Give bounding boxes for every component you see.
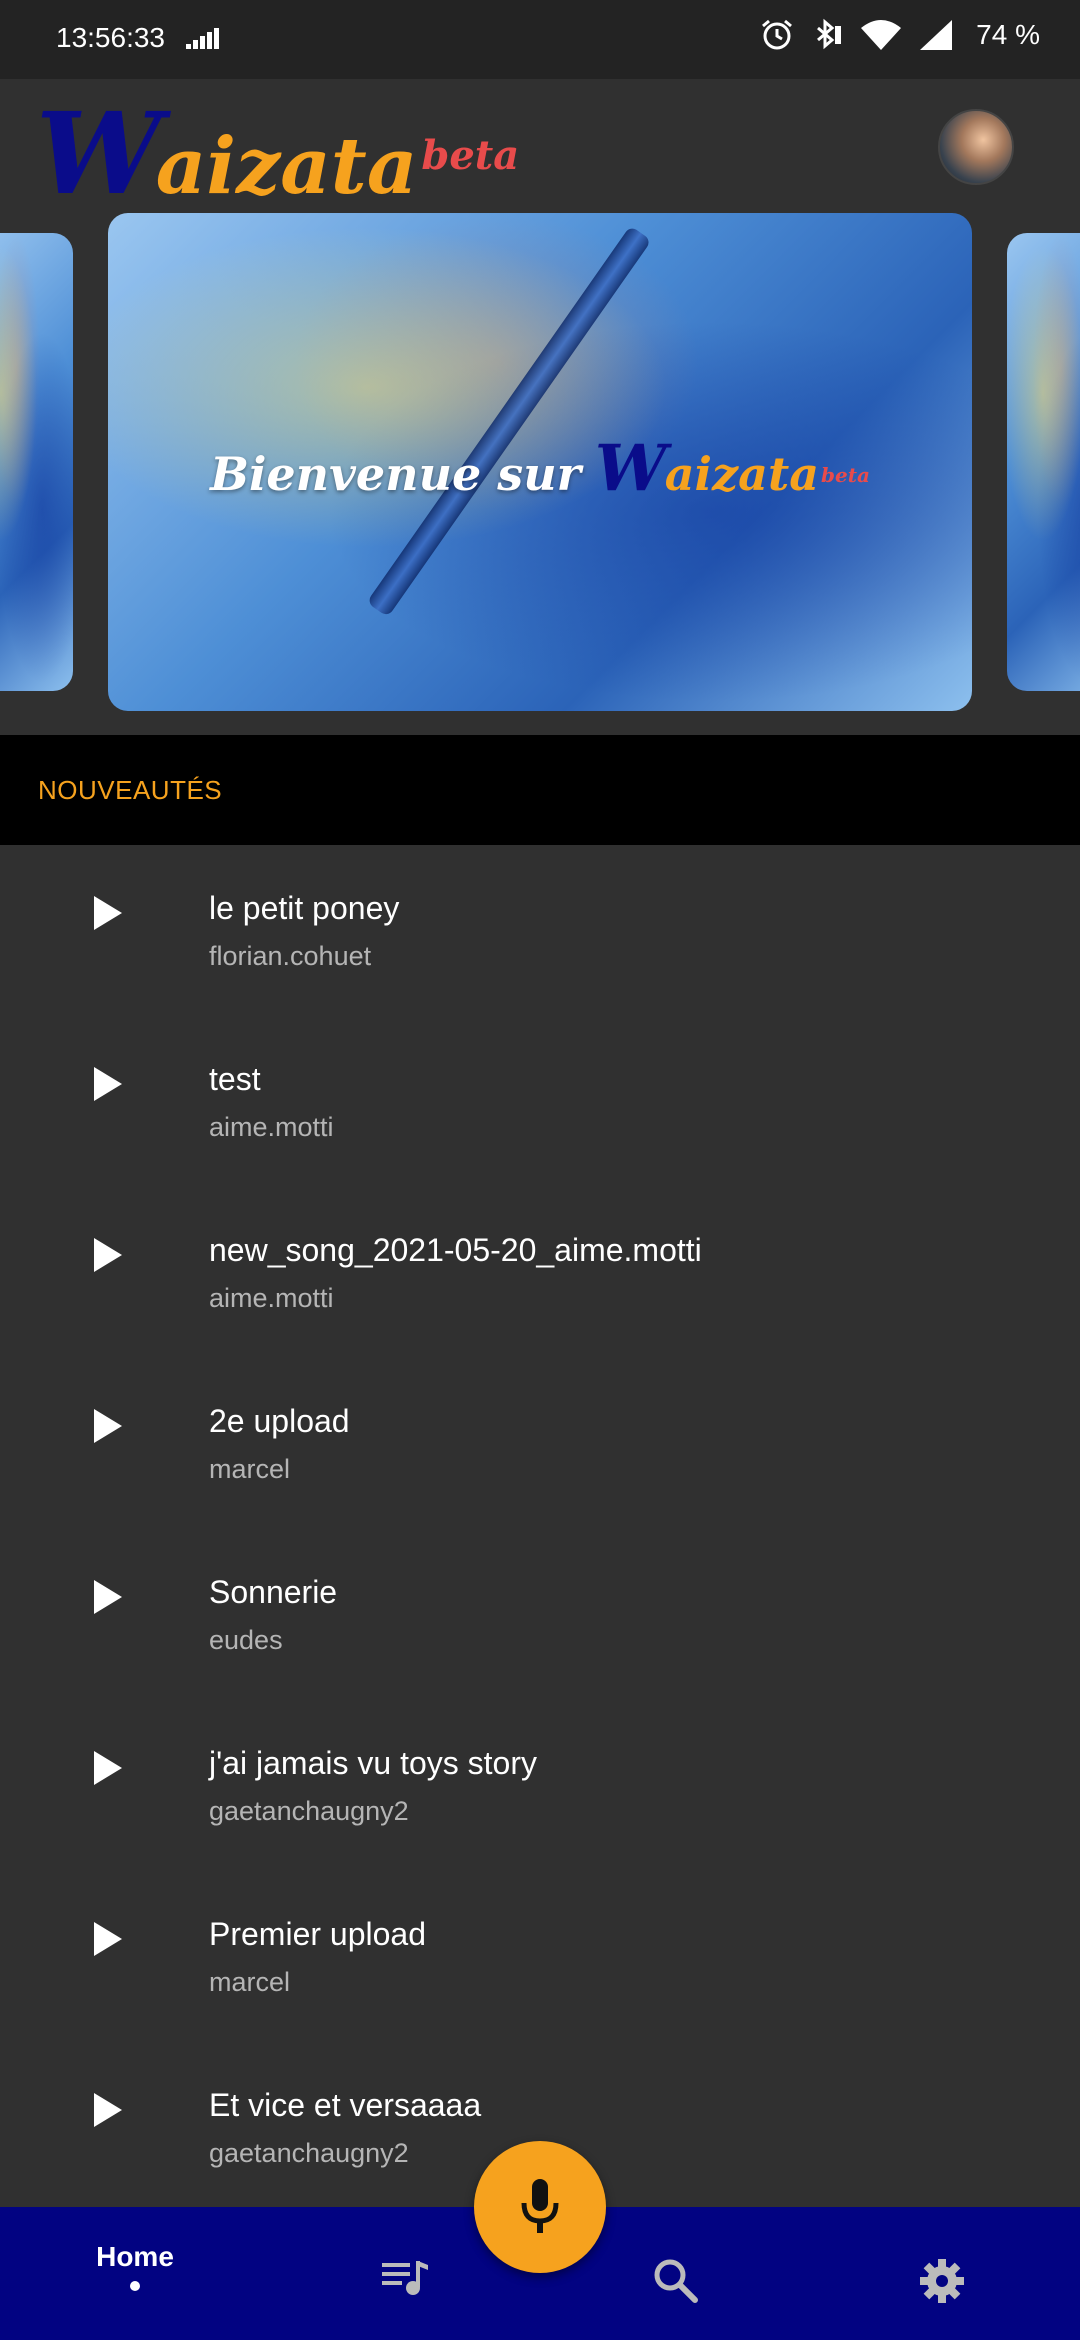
list-item[interactable]: Premier upload marcel	[0, 1871, 1080, 2042]
wifi-icon	[861, 20, 902, 50]
carousel-slide-previous[interactable]	[0, 233, 73, 691]
app-logo[interactable]: W aizata beta	[36, 89, 520, 220]
song-artist: eudes	[209, 1625, 283, 1655]
song-list[interactable]: le petit poney florian.cohuet test aime.…	[0, 845, 1080, 2207]
nav-home[interactable]: Home	[80, 2241, 190, 2291]
status-time: 13:56:33	[56, 22, 165, 53]
play-icon[interactable]	[94, 1751, 122, 1785]
logo-beta: beta	[421, 132, 520, 179]
welcome-banner: Bienvenue sur W aizata beta	[108, 431, 972, 506]
alarm-icon	[762, 19, 793, 50]
search-icon[interactable]	[652, 2257, 698, 2303]
song-artist: gaetanchaugny2	[209, 1796, 409, 1826]
welcome-logo-w: W	[594, 431, 667, 506]
logo-text: aizata	[155, 121, 418, 212]
avatar[interactable]	[938, 109, 1014, 185]
song-artist: aime.motti	[209, 1112, 334, 1142]
banner-carousel[interactable]: Bienvenue sur W aizata beta	[0, 209, 1080, 729]
play-icon[interactable]	[94, 1922, 122, 1956]
song-artist: aime.motti	[209, 1283, 334, 1313]
app-header: W aizata beta	[0, 79, 1080, 220]
list-item[interactable]: new_song_2021-05-20_aime.motti aime.mott…	[0, 1187, 1080, 1358]
song-title: Sonnerie	[209, 1574, 338, 1610]
record-button[interactable]	[474, 2141, 606, 2273]
guitar-illustration	[366, 225, 652, 618]
bluetooth-icon	[817, 18, 842, 50]
welcome-text: Bienvenue sur	[210, 447, 581, 501]
welcome-logo-text: aizata	[664, 447, 820, 501]
nav-home-label: Home	[96, 2241, 174, 2272]
list-item[interactable]: 2e upload marcel	[0, 1358, 1080, 1529]
play-icon[interactable]	[94, 2093, 122, 2127]
settings-icon[interactable]	[918, 2257, 966, 2305]
song-artist: gaetanchaugny2	[209, 2138, 409, 2168]
play-icon[interactable]	[94, 1580, 122, 1614]
play-icon[interactable]	[94, 896, 122, 930]
nav-active-indicator	[130, 2281, 140, 2291]
play-icon[interactable]	[94, 1238, 122, 1272]
song-title: Et vice et versaaaa	[209, 2087, 482, 2123]
play-icon[interactable]	[94, 1067, 122, 1101]
list-item[interactable]: test aime.motti	[0, 1016, 1080, 1187]
song-title: Premier upload	[209, 1916, 426, 1952]
data-speed-icon	[186, 28, 219, 49]
song-artist: marcel	[209, 1967, 291, 1997]
song-title: j'ai jamais vu toys story	[209, 1745, 537, 1781]
play-icon[interactable]	[94, 1409, 122, 1443]
logo-w: W	[36, 89, 162, 220]
playlist-icon[interactable]	[380, 2257, 430, 2299]
list-item[interactable]: le petit poney florian.cohuet	[0, 845, 1080, 1016]
song-title: test	[209, 1061, 261, 1097]
section-header: NOUVEAUTÉS	[0, 735, 1080, 845]
microphone-icon	[521, 2179, 559, 2233]
status-bar: 13:56:33 74 %	[0, 0, 1080, 79]
song-artist: marcel	[209, 1454, 291, 1484]
song-title: le petit poney	[209, 890, 400, 926]
signal-icon	[920, 20, 953, 50]
song-artist: florian.cohuet	[209, 941, 372, 971]
song-title: 2e upload	[209, 1403, 350, 1439]
welcome-logo-beta: beta	[821, 463, 870, 487]
list-item[interactable]: Sonnerie eudes	[0, 1529, 1080, 1700]
carousel-slide-next[interactable]	[1007, 233, 1080, 691]
song-title: new_song_2021-05-20_aime.motti	[209, 1232, 702, 1268]
carousel-slide-current[interactable]: Bienvenue sur W aizata beta	[108, 213, 972, 711]
battery-level: 74 %	[976, 19, 1040, 50]
list-item[interactable]: j'ai jamais vu toys story gaetanchaugny2	[0, 1700, 1080, 1871]
section-title: NOUVEAUTÉS	[38, 775, 223, 805]
